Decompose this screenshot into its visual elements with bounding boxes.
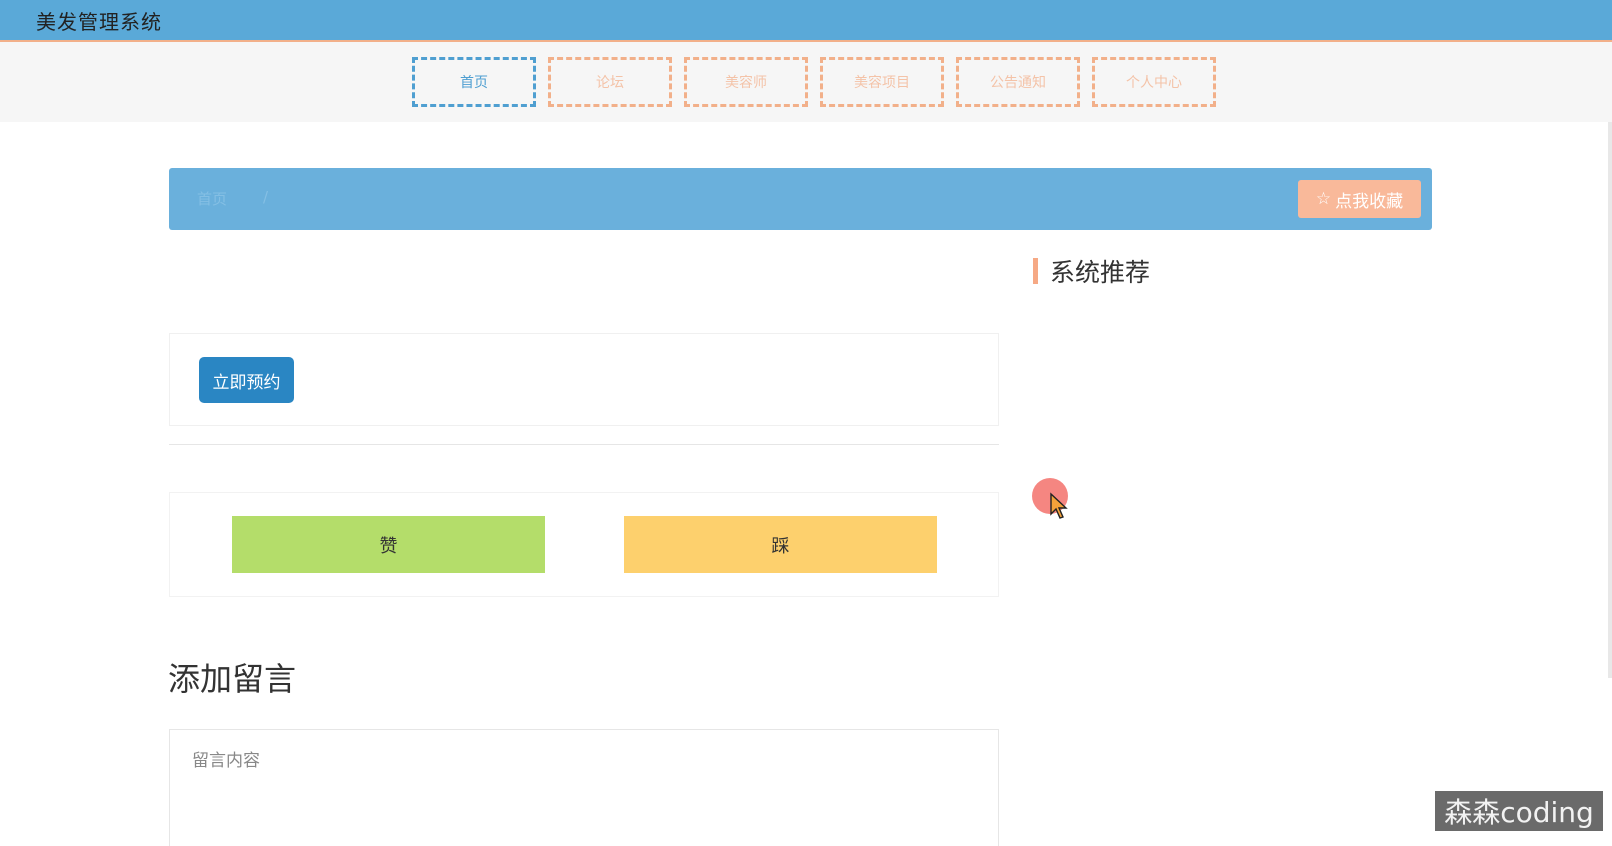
nav-item-stylists[interactable]: 美容师 xyxy=(684,57,808,107)
breadcrumb-separator: / xyxy=(263,188,269,206)
breadcrumb: 首页 / ☆ 点我收藏 xyxy=(169,168,1432,230)
main-nav: 首页 论坛 美容师 美容项目 公告通知 个人中心 xyxy=(412,57,1216,107)
dislike-button[interactable]: 踩 xyxy=(624,516,937,573)
breadcrumb-home[interactable]: 首页 xyxy=(197,188,227,209)
add-comment-title: 添加留言 xyxy=(168,660,297,698)
page: 美发管理系统 首页 论坛 美容师 美容项目 公告通知 个人中心 首页 / ☆ 点… xyxy=(0,0,1612,846)
app-title: 美发管理系统 xyxy=(36,10,162,34)
nav-item-forum[interactable]: 论坛 xyxy=(548,57,672,107)
comment-input[interactable] xyxy=(169,729,999,846)
nav-item-profile[interactable]: 个人中心 xyxy=(1092,57,1216,107)
book-now-button[interactable]: 立即预约 xyxy=(199,357,294,403)
like-button[interactable]: 赞 xyxy=(232,516,545,573)
scrollbar-edge xyxy=(1608,122,1612,678)
sidebar-title-accent xyxy=(1033,258,1038,284)
booking-panel: 立即预约 xyxy=(169,333,999,426)
nav-strip: 首页 论坛 美容师 美容项目 公告通知 个人中心 xyxy=(0,42,1612,122)
content-divider xyxy=(169,444,999,445)
nav-item-notices[interactable]: 公告通知 xyxy=(956,57,1080,107)
nav-item-home[interactable]: 首页 xyxy=(412,57,536,107)
watermark: 森森coding xyxy=(1435,791,1603,831)
star-outline-icon: ☆ xyxy=(1315,188,1332,209)
sidebar-title: 系统推荐 xyxy=(1033,255,1150,287)
sidebar-title-text: 系统推荐 xyxy=(1050,258,1151,287)
mouse-pointer-icon xyxy=(1050,492,1068,519)
favorite-button-label: 点我收藏 xyxy=(1335,191,1404,212)
vote-panel: 赞 踩 xyxy=(169,492,999,597)
favorite-button[interactable]: ☆ 点我收藏 xyxy=(1298,180,1421,218)
top-header: 美发管理系统 xyxy=(0,0,1612,42)
nav-item-services[interactable]: 美容项目 xyxy=(820,57,944,107)
